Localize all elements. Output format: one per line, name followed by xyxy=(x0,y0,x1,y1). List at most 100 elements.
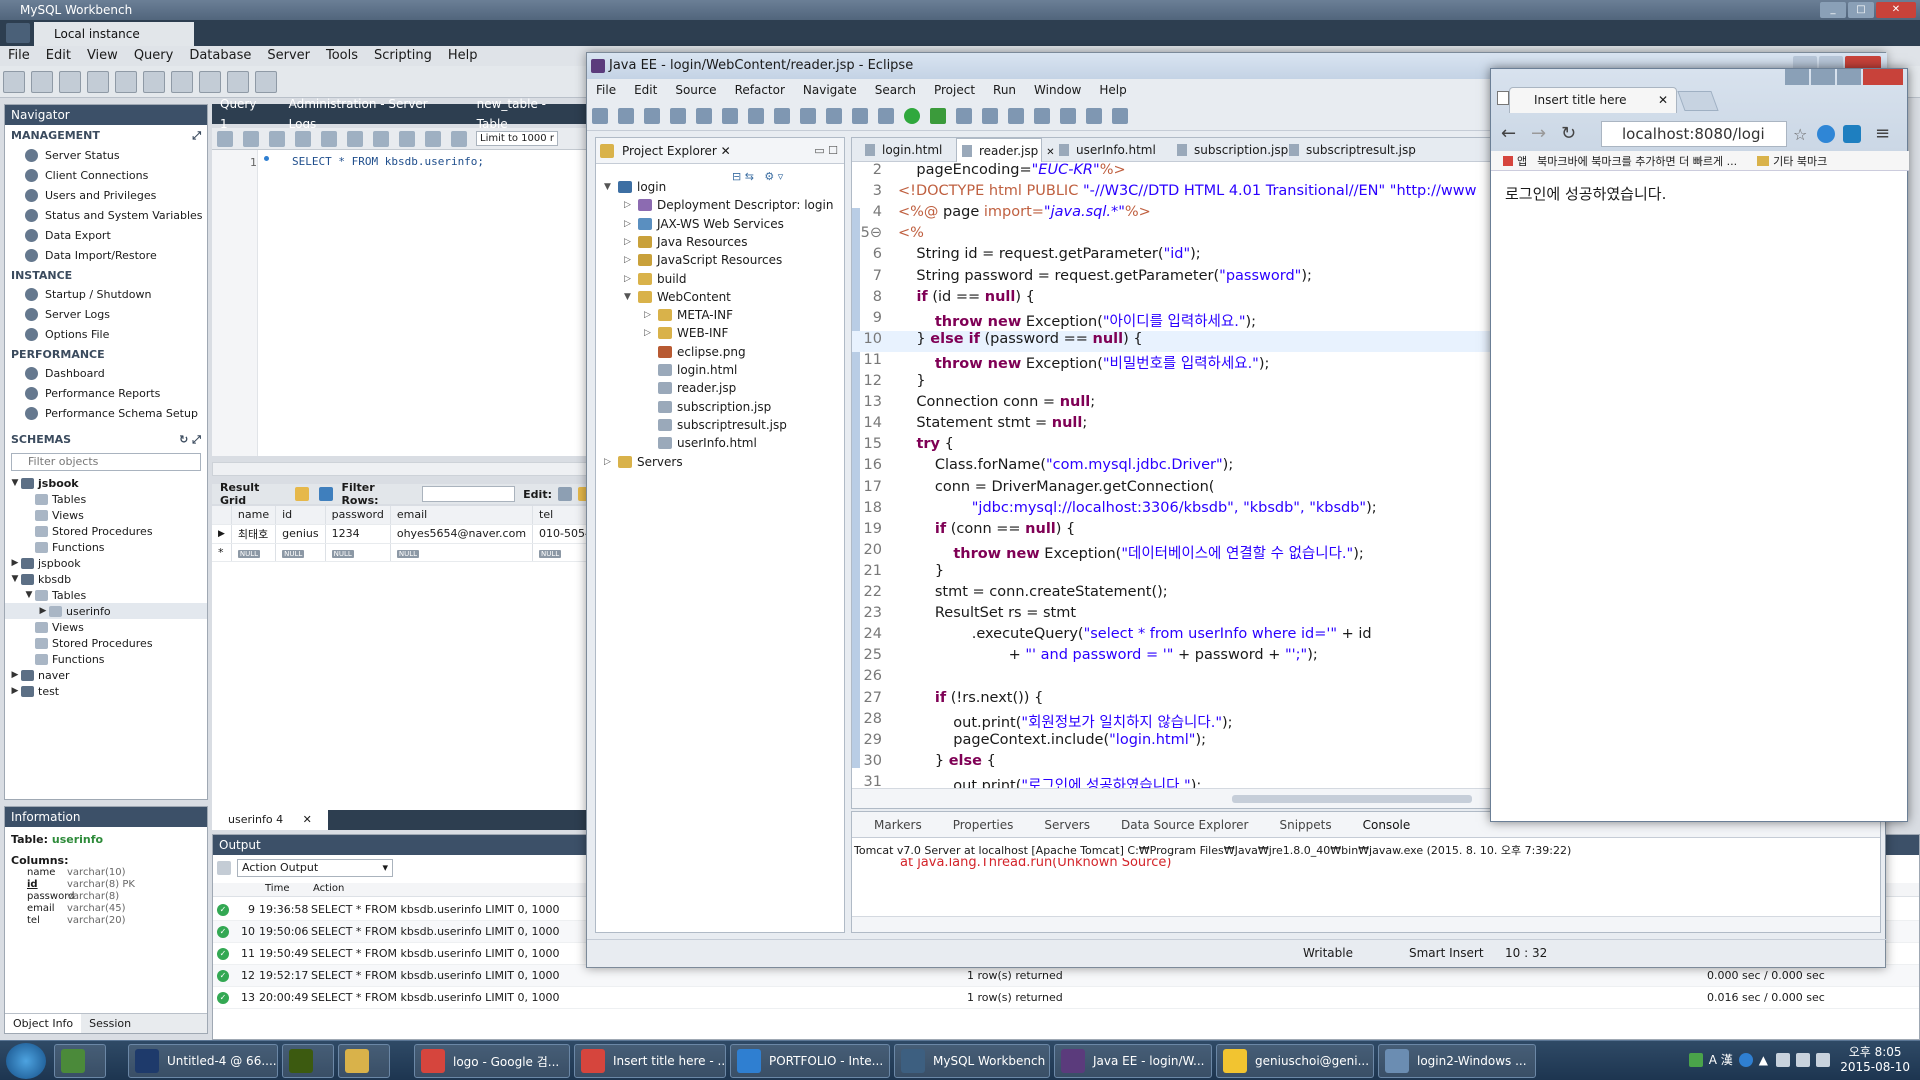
project-node-webcontent[interactable]: ▼ WebContent xyxy=(624,288,731,306)
terminate-icon[interactable] xyxy=(774,108,790,124)
chevron-right-icon[interactable]: ▷ xyxy=(624,237,638,247)
editor-hscrollbar[interactable] xyxy=(212,462,592,476)
project-node-servers[interactable]: ▷ Servers xyxy=(604,453,683,471)
suspend-icon[interactable] xyxy=(748,108,764,124)
run-icon[interactable] xyxy=(904,108,920,124)
reload-icon[interactable]: ↻ xyxy=(1561,123,1576,144)
commit-icon[interactable] xyxy=(399,130,415,147)
rollback-icon[interactable] xyxy=(425,130,441,147)
volume-icon[interactable] xyxy=(1816,1052,1830,1067)
create-schema-icon[interactable] xyxy=(87,71,109,93)
result-tab[interactable]: userinfo 4 ✕ xyxy=(212,810,328,830)
taskbar-button-portfolio-inte[interactable]: PORTFOLIO - Inte... xyxy=(730,1044,890,1078)
help-icon[interactable] xyxy=(1738,1052,1753,1067)
view-tab-markers[interactable]: Markers xyxy=(874,812,922,838)
step-over-icon[interactable] xyxy=(826,108,842,124)
chevron-right-icon[interactable]: ▷ xyxy=(604,457,618,467)
save-icon[interactable] xyxy=(618,108,634,124)
other-bookmarks[interactable]: 기타 북마크 xyxy=(1773,153,1827,169)
menu-database[interactable]: Database xyxy=(189,46,251,66)
editor-tab-subscription-jsp[interactable]: subscription.jsp xyxy=(1172,138,1288,162)
close-icon[interactable]: ✕ xyxy=(1658,88,1668,112)
bookmark-star-icon[interactable]: ☆ xyxy=(1793,125,1807,144)
back-icon[interactable] xyxy=(1086,108,1102,124)
browser-tab[interactable]: Insert title here ✕ xyxy=(1509,87,1677,113)
save-icon[interactable] xyxy=(243,130,259,147)
chevron-down-icon[interactable]: ▼ xyxy=(624,292,638,302)
editor-tab-subscriptresult-jsp[interactable]: subscriptresult.jsp xyxy=(1284,138,1416,162)
sql-editor[interactable]: 1 SELECT * FROM kbsdb.userinfo; xyxy=(212,150,592,456)
object-info-tab[interactable]: Object Info xyxy=(5,1014,82,1033)
project-node-eclipse-png[interactable]: eclipse.png xyxy=(644,343,746,361)
copy-icon[interactable] xyxy=(217,861,231,875)
schema-node-views[interactable]: Views xyxy=(5,619,207,635)
extension-icon[interactable] xyxy=(1843,125,1861,143)
output-row[interactable]: ✓ 13 20:00:49 SELECT * FROM kbsdb.userinfo … xyxy=(213,987,1919,1009)
flag-icon[interactable] xyxy=(1776,1052,1790,1067)
taskbar-button-mysql-workbench[interactable]: MySQL Workbench xyxy=(894,1044,1050,1078)
view-tab-snippets[interactable]: Snippets xyxy=(1279,812,1331,838)
project-node-login-html[interactable]: login.html xyxy=(644,361,737,379)
menu-source[interactable]: Source xyxy=(675,79,716,101)
collapse-all-icon[interactable]: ⊟ ⇆ ⚙ ▿ xyxy=(732,170,783,183)
refresh-icon[interactable] xyxy=(319,487,334,501)
apps-icon[interactable] xyxy=(1503,155,1513,166)
taskbar-button-app-0[interactable] xyxy=(54,1044,106,1078)
nav-item-startup-shutdown[interactable]: Startup / Shutdown xyxy=(5,284,207,304)
sql-query-text[interactable]: SELECT * FROM kbsdb.userinfo; xyxy=(292,155,484,168)
chevron-right-icon[interactable]: ▷ xyxy=(624,219,638,229)
grid-icon[interactable] xyxy=(295,487,310,501)
taskbar-button-insert-title-here[interactable]: Insert title here - ... xyxy=(574,1044,726,1078)
close-icon[interactable] xyxy=(1863,69,1903,85)
edit-row-icon[interactable] xyxy=(558,487,572,501)
save-all-icon[interactable] xyxy=(644,108,660,124)
taskbar-button-untitled-4-66[interactable]: Untitled-4 @ 66.... xyxy=(128,1044,278,1078)
execute-icon[interactable] xyxy=(269,130,285,147)
project-node-login[interactable]: ▼ login xyxy=(604,178,666,196)
autocommit-icon[interactable] xyxy=(451,130,467,147)
close-icon[interactable]: ✕ xyxy=(1876,2,1916,18)
nav-item-server-logs[interactable]: Server Logs xyxy=(5,304,207,324)
chevron-down-icon[interactable]: ▼ xyxy=(9,478,21,488)
execute-current-icon[interactable] xyxy=(295,130,311,147)
refresh-icon[interactable]: ↻ ⤢ xyxy=(179,433,201,447)
chevron-right-icon[interactable]: ▷ xyxy=(624,200,638,210)
view-tab-servers[interactable]: Servers xyxy=(1044,812,1090,838)
schema-node-kbsdb[interactable]: ▼ kbsdb xyxy=(5,571,207,587)
search-table-icon[interactable] xyxy=(227,71,249,93)
schema-node-views[interactable]: Views xyxy=(5,507,207,523)
forward-icon[interactable] xyxy=(1112,108,1128,124)
nav-item-client-connections[interactable]: Client Connections xyxy=(5,165,207,185)
filter-rows-input[interactable] xyxy=(421,486,516,502)
view-tab-console[interactable]: Console xyxy=(1363,812,1411,838)
open-file-icon[interactable] xyxy=(217,130,233,147)
close-icon[interactable]: ✕ xyxy=(294,810,320,830)
nav-item-performance-reports[interactable]: Performance Reports xyxy=(5,383,207,403)
editor-tab-login-html[interactable]: login.html xyxy=(860,138,956,162)
view-menu-icon[interactable]: ▭ ☐ xyxy=(814,144,838,157)
project-node-meta-inf[interactable]: ▷ META-INF xyxy=(644,306,733,324)
menu-scripting[interactable]: Scripting xyxy=(374,46,432,66)
nav-item-data-export[interactable]: Data Export xyxy=(5,225,207,245)
table-cell[interactable]: 1234 xyxy=(325,524,391,544)
menu-server[interactable]: Server xyxy=(267,46,310,66)
menu-window[interactable]: Window xyxy=(1034,79,1081,101)
table-row[interactable]: ▶ 최태호 genius 1234 ohyes5654@naver.com 010-505… xyxy=(212,524,603,544)
minimize-icon[interactable]: _ xyxy=(1820,2,1846,18)
nav-item-dashboard[interactable]: Dashboard xyxy=(5,363,207,383)
table-cell[interactable]: NULL xyxy=(275,543,326,562)
create-table-icon[interactable] xyxy=(115,71,137,93)
project-node-web-inf[interactable]: ▷ WEB-INF xyxy=(644,324,728,342)
chevron-right-icon[interactable]: ▷ xyxy=(624,255,638,265)
schema-node-test[interactable]: ▶ test xyxy=(5,683,207,699)
column-header-id[interactable]: id xyxy=(275,506,326,525)
chevron-right-icon[interactable]: ▷ xyxy=(644,310,658,320)
menu-icon[interactable]: ≡ xyxy=(1875,123,1890,144)
menu-help[interactable]: Help xyxy=(448,46,478,66)
debug-icon[interactable] xyxy=(878,108,894,124)
chevron-right-icon[interactable]: ▶ xyxy=(37,606,49,616)
toggle-error-icon[interactable] xyxy=(373,130,389,147)
chevron-down-icon[interactable]: ▼ xyxy=(604,182,618,192)
menu-edit[interactable]: Edit xyxy=(46,46,71,66)
menu-file[interactable]: File xyxy=(596,79,616,101)
